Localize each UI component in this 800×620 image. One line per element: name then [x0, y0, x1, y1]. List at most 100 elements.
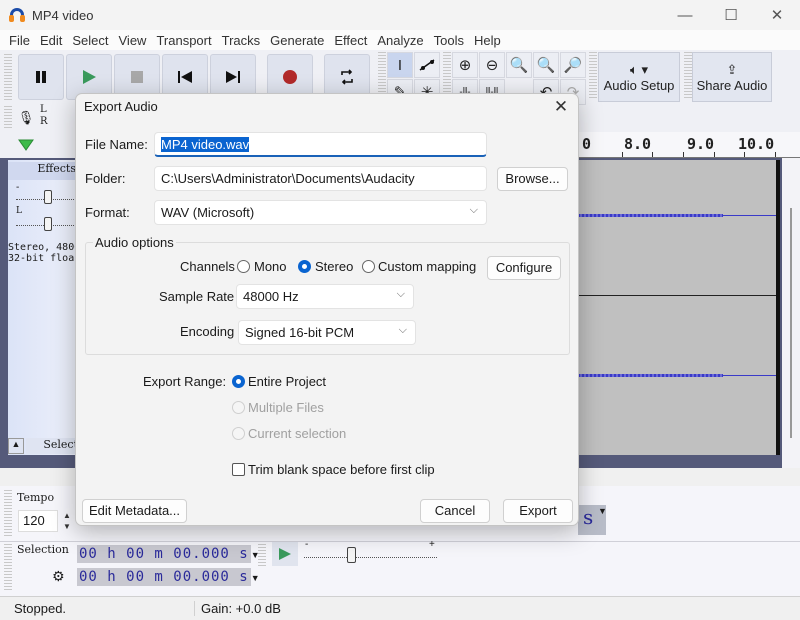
encoding-select[interactable]: Signed 16-bit PCM ⌵ — [238, 320, 416, 345]
selection-end-time[interactable]: 00 h 00 m 00.000 s ▼ — [77, 568, 260, 586]
pause-button[interactable] — [18, 54, 64, 100]
custom-mapping-radio[interactable] — [362, 260, 375, 273]
zoom-toggle-button[interactable]: 🔎 — [560, 52, 586, 78]
cancel-button[interactable]: Cancel — [420, 499, 490, 523]
gain-slider[interactable] — [44, 190, 52, 204]
status-bar: Stopped. Gain: +0.0 dB — [0, 596, 800, 620]
mono-label[interactable]: Mono — [254, 259, 287, 274]
toolbar-grip[interactable] — [589, 52, 597, 100]
track-end-border — [776, 160, 780, 455]
i-beam-icon: I — [397, 56, 403, 74]
menu-view[interactable]: View — [114, 33, 152, 48]
menu-effect[interactable]: Effect — [329, 33, 372, 48]
fit-project-icon: 🔍 — [536, 57, 556, 74]
export-button[interactable]: Export — [503, 499, 573, 523]
status-state: Stopped. — [14, 601, 67, 616]
selection-tool[interactable]: I — [387, 52, 413, 78]
menu-select[interactable]: Select — [67, 33, 113, 48]
audio-options-label: Audio options — [93, 235, 176, 250]
toolbar-grip[interactable] — [4, 544, 12, 590]
dialog-close-button[interactable]: ✕ — [550, 96, 572, 118]
current-selection-label: Current selection — [248, 426, 347, 441]
skip-start-icon — [178, 71, 192, 83]
toolbar-grip[interactable] — [4, 54, 12, 102]
share-upload-icon: ⇪ — [726, 61, 738, 77]
effects-button[interactable]: Effects — [8, 162, 80, 180]
play-icon — [279, 548, 291, 560]
format-select[interactable]: WAV (Microsoft) ⌵ — [154, 200, 487, 225]
stereo-radio[interactable] — [298, 260, 311, 273]
toolbar-grip[interactable] — [258, 544, 266, 566]
record-meter-button[interactable]: 🎙︎ — [14, 106, 38, 130]
fit-selection-button[interactable]: 🔍 — [506, 52, 532, 78]
triangle-down-icon — [18, 139, 34, 151]
folder-input[interactable]: C:\Users\Administrator\Documents\Audacit… — [154, 166, 487, 191]
menu-transport[interactable]: Transport — [151, 33, 216, 48]
trim-blank-checkbox[interactable] — [232, 463, 245, 476]
speed-slider-track — [304, 556, 437, 558]
configure-button[interactable]: Configure — [487, 256, 561, 280]
timeline-ruler[interactable]: 0 8.0 9.0 10.0 — [578, 132, 800, 158]
ruler-tick — [652, 152, 653, 157]
ruler-label: 0 — [582, 135, 592, 153]
menu-edit[interactable]: Edit — [35, 33, 67, 48]
dropdown-arrow-icon[interactable]: ▼ — [598, 506, 607, 516]
zoom-in-button[interactable]: ⊕ — [452, 52, 478, 78]
fit-project-button[interactable]: 🔍 — [533, 52, 559, 78]
scrollbar-thumb[interactable] — [790, 208, 792, 438]
menu-tools[interactable]: Tools — [429, 33, 469, 48]
zoom-out-button[interactable]: ⊖ — [479, 52, 505, 78]
chevron-down-icon: ⌵ — [469, 204, 478, 216]
share-audio-button[interactable]: ⇪ Share Audio — [692, 52, 772, 102]
track-control-panel[interactable]: Effects - L Stereo, 4800 32-bit floa ▲ S… — [8, 160, 80, 455]
custom-mapping-label[interactable]: Custom mapping — [378, 259, 476, 274]
toolbar-grip[interactable] — [4, 106, 12, 128]
menu-help[interactable]: Help — [469, 33, 506, 48]
menu-bar: File Edit Select View Transport Tracks G… — [0, 30, 800, 50]
pan-slider[interactable] — [44, 217, 52, 231]
sample-rate-value: 48000 Hz — [243, 289, 299, 304]
envelope-tool[interactable] — [414, 52, 440, 78]
stereo-label[interactable]: Stereo — [315, 259, 353, 274]
menu-generate[interactable]: Generate — [265, 33, 329, 48]
vertical-scrollbar[interactable] — [782, 158, 800, 468]
title-bar: MP4 video — ☐ ✕ — [0, 0, 800, 30]
dropdown-arrow-icon: ▼ — [250, 573, 260, 583]
ruler-label: 9.0 — [687, 135, 715, 153]
envelope-icon — [419, 59, 435, 71]
edit-metadata-button[interactable]: Edit Metadata... — [82, 499, 187, 523]
entire-project-label[interactable]: Entire Project — [248, 374, 326, 389]
multiple-files-radio — [232, 401, 245, 414]
browse-button[interactable]: Browse... — [497, 167, 568, 191]
audio-setup-button[interactable]: 🔈︎ ▾ Audio Setup — [598, 52, 680, 102]
menu-tracks[interactable]: Tracks — [217, 33, 266, 48]
selection-settings-button[interactable]: ⚙ — [52, 568, 65, 585]
toolbar-grip[interactable] — [684, 52, 692, 100]
playback-speed-slider[interactable] — [346, 547, 356, 563]
file-name-input[interactable]: MP4 video.wav — [154, 132, 487, 157]
sample-rate-select[interactable]: 48000 Hz ⌵ — [236, 284, 414, 309]
tempo-input[interactable]: 120 — [18, 510, 58, 532]
menu-analyze[interactable]: Analyze — [372, 33, 428, 48]
waveform-view[interactable] — [578, 160, 778, 455]
timeline-options-button[interactable] — [14, 134, 38, 156]
loop-icon — [341, 69, 353, 85]
multiple-files-label: Multiple Files — [248, 400, 324, 415]
selection-start-time[interactable]: 00 h 00 m 00.000 s ▼ — [77, 545, 260, 563]
entire-project-radio[interactable] — [232, 375, 245, 388]
selection-label: Selection — [17, 543, 69, 556]
mono-radio[interactable] — [237, 260, 250, 273]
ruler-label: 8.0 — [624, 135, 652, 153]
trim-blank-label[interactable]: Trim blank space before first clip — [248, 462, 435, 477]
close-window-button[interactable]: ✕ — [754, 0, 800, 30]
tempo-stepper[interactable]: ▲ ▼ — [60, 510, 74, 532]
menu-file[interactable]: File — [4, 33, 35, 48]
maximize-button[interactable]: ☐ — [708, 0, 754, 30]
toolbar-grip[interactable] — [4, 490, 12, 538]
play-at-speed-button[interactable] — [272, 542, 298, 566]
collapse-track-button[interactable]: ▲ — [8, 438, 24, 454]
select-track-button[interactable]: Select — [26, 438, 80, 454]
minimize-button[interactable]: — — [662, 0, 708, 30]
file-name-label: File Name: — [85, 137, 148, 152]
speed-max-label: + — [429, 539, 435, 550]
